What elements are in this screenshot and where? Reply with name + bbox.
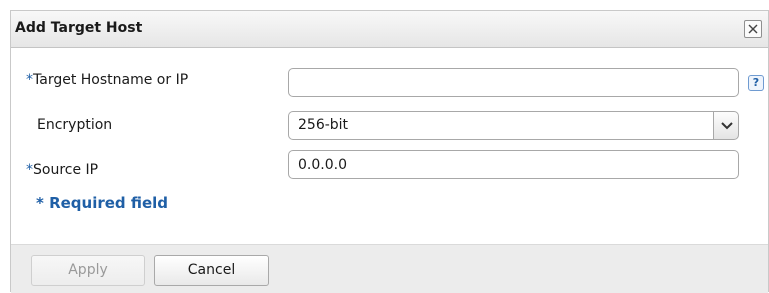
help-icon[interactable]: ?: [748, 75, 764, 91]
encryption-select[interactable]: 256-bit: [288, 111, 713, 140]
source-ip-input[interactable]: [288, 150, 739, 179]
target-host-label: *Target Hostname or IP: [26, 72, 188, 88]
source-ip-label: *Source IP: [26, 162, 98, 178]
chevron-down-icon: [721, 122, 733, 130]
dialog-titlebar: Add Target Host: [11, 11, 768, 48]
close-button[interactable]: [744, 20, 762, 38]
encryption-dropdown-button[interactable]: [713, 111, 739, 140]
apply-button[interactable]: Apply: [31, 255, 145, 286]
dialog-title: Add Target Host: [15, 20, 143, 36]
target-host-input[interactable]: [288, 68, 739, 97]
cancel-button[interactable]: Cancel: [154, 255, 269, 286]
required-marker: *: [26, 162, 33, 178]
target-host-label-text: Target Hostname or IP: [33, 72, 189, 88]
close-icon: [748, 24, 758, 34]
encryption-label: Encryption: [37, 117, 113, 133]
add-target-host-dialog: Add Target Host *Target Hostname or IP ?…: [10, 10, 769, 293]
required-marker: *: [26, 72, 33, 88]
required-field-note: * Required field: [36, 194, 169, 212]
dialog-footer: Apply Cancel: [11, 244, 768, 293]
source-ip-label-text: Source IP: [33, 162, 99, 178]
